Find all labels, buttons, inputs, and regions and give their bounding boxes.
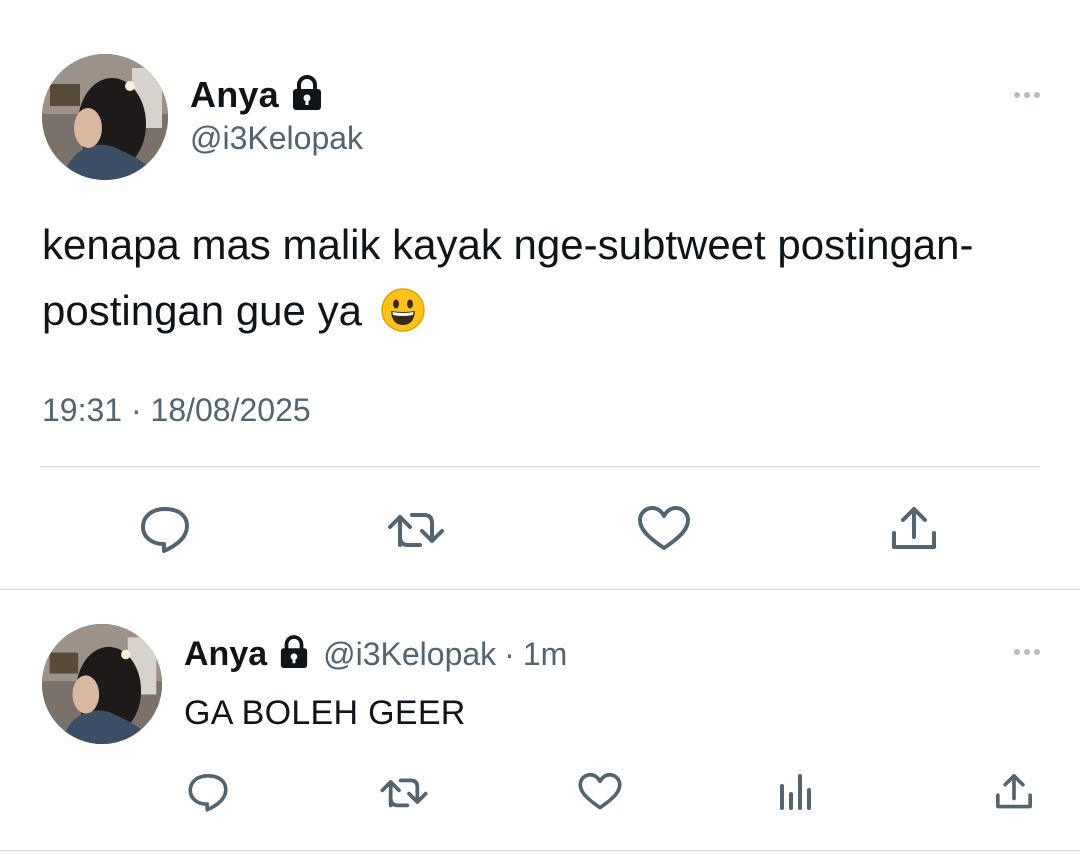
- more-options-icon[interactable]: [1014, 92, 1040, 98]
- main-tweet: Anya @i3Kelopak kenapa mas malik kayak n…: [0, 0, 1080, 590]
- lock-icon: [291, 74, 323, 116]
- like-button[interactable]: [632, 497, 696, 561]
- heart-icon: [578, 772, 622, 810]
- share-button[interactable]: [882, 497, 946, 561]
- reply-time-ago[interactable]: 1m: [523, 636, 567, 673]
- tweet-text-content: kenapa mas malik kayak nge-subtweet post…: [42, 221, 974, 334]
- views-button[interactable]: [764, 760, 828, 824]
- retweet-button[interactable]: [372, 760, 436, 824]
- divider: [40, 466, 1040, 467]
- reply-button[interactable]: [176, 760, 240, 824]
- reply-author-row: Anya @i3Kelopak · 1m: [184, 632, 567, 676]
- share-icon: [892, 507, 936, 549]
- views-icon: [780, 774, 811, 810]
- author-handle[interactable]: @i3Kelopak: [190, 120, 363, 157]
- tweet-text: kenapa mas malik kayak nge-subtweet post…: [42, 212, 1032, 344]
- lock-icon: [279, 634, 309, 674]
- reply-avatar[interactable]: [42, 624, 162, 744]
- reply-icon: [141, 507, 189, 553]
- avatar[interactable]: [42, 54, 168, 180]
- avatar-image: [42, 624, 162, 744]
- tweet-thread: Anya @i3Kelopak kenapa mas malik kayak n…: [0, 0, 1080, 857]
- share-button[interactable]: [982, 760, 1046, 824]
- reply-author-handle[interactable]: @i3Kelopak: [323, 636, 496, 673]
- retweet-icon: [380, 778, 428, 808]
- separator: ·: [504, 635, 515, 672]
- smiley-emoji-icon: [380, 286, 426, 332]
- tweet-timestamp[interactable]: 19:31 · 18/08/2025: [42, 392, 311, 429]
- reply-button[interactable]: [133, 497, 197, 561]
- heart-icon: [638, 506, 690, 550]
- reply-text: GA BOLEH GEER: [184, 694, 466, 732]
- retweet-icon: [388, 513, 444, 547]
- retweet-button[interactable]: [384, 497, 448, 561]
- author-row: Anya: [190, 72, 323, 118]
- author-name[interactable]: Anya: [190, 74, 279, 116]
- more-options-icon[interactable]: [1014, 649, 1040, 655]
- bottom-divider: [0, 850, 1080, 851]
- section-divider: [0, 589, 1080, 590]
- reply-author-name[interactable]: Anya: [184, 635, 267, 674]
- like-button[interactable]: [568, 760, 632, 824]
- share-icon: [996, 774, 1032, 809]
- avatar-image: [42, 54, 168, 180]
- reply-icon: [188, 774, 228, 812]
